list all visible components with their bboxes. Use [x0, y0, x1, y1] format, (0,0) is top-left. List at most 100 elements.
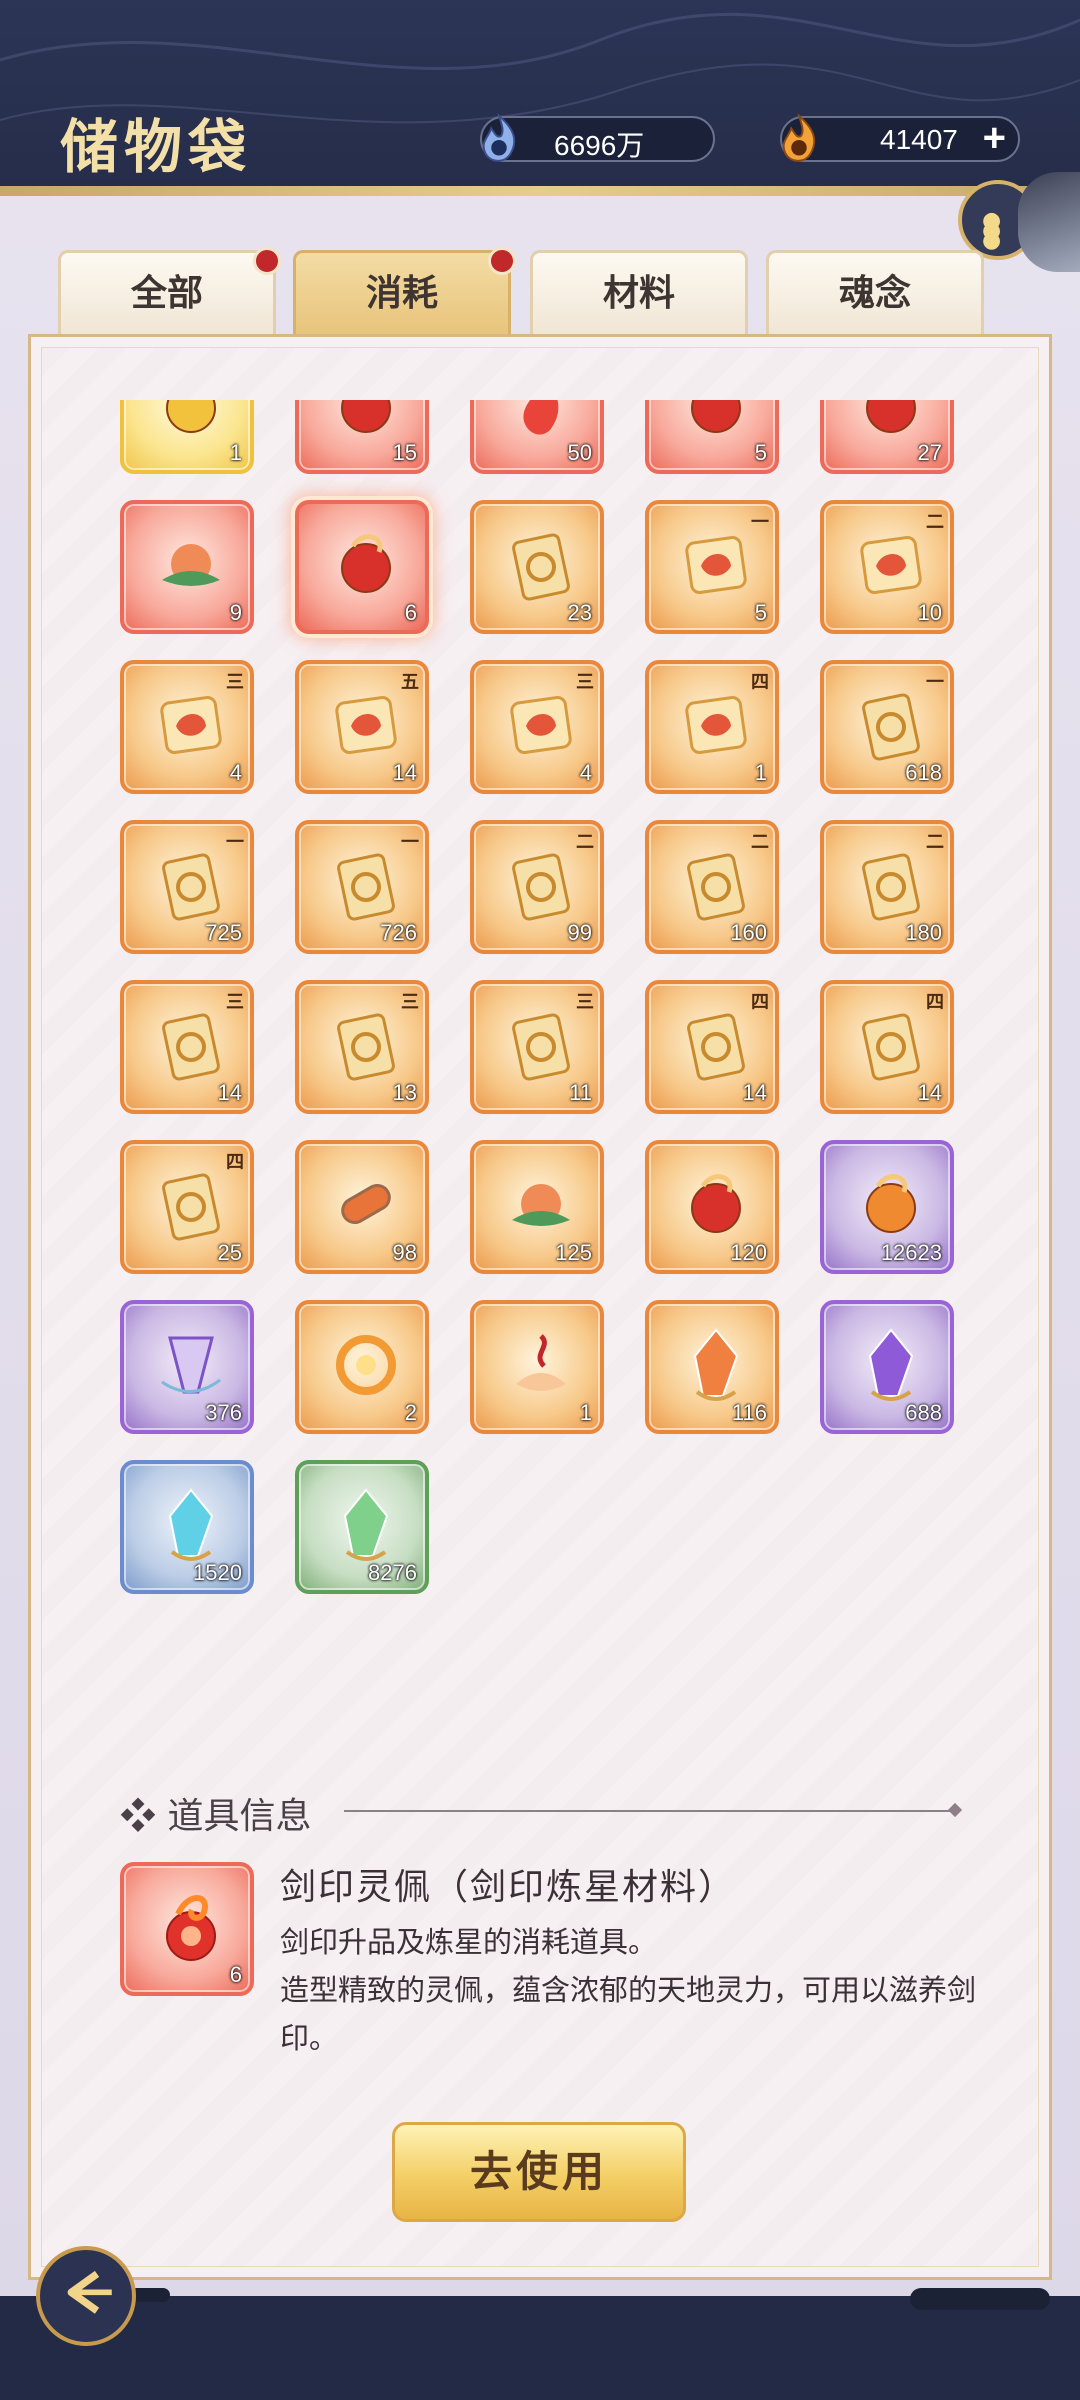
rolled-scroll-icon [341, 1184, 391, 1224]
bag-item[interactable]: 三4 [120, 660, 254, 794]
item-rank-badge: 一 [751, 512, 769, 533]
item-rank-badge: 四 [226, 1152, 244, 1173]
item-count: 4 [229, 760, 242, 785]
item-count: 50 [567, 440, 592, 465]
bag-item[interactable]: 27 [820, 400, 954, 474]
tab-consumable[interactable]: 消耗 [293, 247, 516, 334]
item-rank-badge: 二 [926, 512, 944, 533]
bag-item[interactable]: 三4 [470, 660, 604, 794]
peach-fruit-icon [512, 1184, 570, 1226]
scroll-book-icon [162, 1013, 220, 1081]
item-count: 5 [754, 440, 767, 465]
bag-item[interactable]: 688 [820, 1300, 954, 1434]
item-count: 8276 [368, 1560, 417, 1585]
use-item-button[interactable]: 去使用 [392, 2122, 686, 2222]
bag-item[interactable]: 2 [295, 1300, 429, 1434]
tab-material-label: 材料 [602, 272, 675, 314]
item-count: 2 [404, 1400, 417, 1425]
bottom-bar-ornament-left [130, 2288, 170, 2302]
item-count: 120 [730, 1240, 767, 1265]
dragon-seal-icon [685, 536, 747, 594]
item-count: 10 [917, 600, 942, 625]
item-info-header: ❖ 道具信息 [120, 1787, 311, 1839]
back-button[interactable] [36, 2246, 136, 2346]
item-count: 11 [569, 1080, 592, 1105]
bag-item[interactable]: 五 14 [295, 660, 429, 794]
item-count: 98 [392, 1240, 417, 1265]
item-rank-badge: 三 [226, 992, 244, 1013]
purple-crystal-icon [868, 1328, 914, 1401]
add-currency-button[interactable]: + [983, 116, 1006, 161]
bag-item[interactable]: 三 13 [295, 980, 429, 1114]
item-count: 618 [905, 760, 942, 785]
bag-item[interactable]: 6 [295, 500, 429, 634]
seal-token-icon [512, 533, 570, 601]
item-rank-badge: 一 [401, 832, 419, 853]
item-count: 376 [205, 1400, 242, 1425]
bag-item[interactable]: 一 725 [120, 820, 254, 954]
item-count: 116 [731, 1400, 767, 1425]
bag-item[interactable]: 12623 [820, 1140, 954, 1274]
item-count: 6 [404, 600, 417, 625]
bottom-bar [0, 2296, 1080, 2400]
item-count: 1 [754, 760, 767, 785]
bag-item[interactable]: 9 [120, 500, 254, 634]
tab-all[interactable]: 全部 [58, 247, 281, 334]
bag-item[interactable]: 四1 [645, 660, 779, 794]
item-count: 25 [217, 1240, 242, 1265]
bag-item[interactable]: 二 160 [645, 820, 779, 954]
item-count: 4 [579, 760, 592, 785]
bag-item[interactable]: 三 11 [470, 980, 604, 1114]
bag-item[interactable]: 一 726 [295, 820, 429, 954]
bag-item[interactable]: 376 [120, 1300, 254, 1434]
bag-item[interactable]: 120 [645, 1140, 779, 1274]
bag-item[interactable]: 116 [645, 1300, 779, 1434]
item-count: 14 [742, 1080, 767, 1105]
tab-consumable-notification-dot [488, 247, 516, 275]
info-divider [344, 1810, 958, 1812]
dragon-seal-icon [335, 696, 397, 754]
bag-item[interactable]: 15 [295, 400, 429, 474]
bag-item[interactable]: 四 14 [820, 980, 954, 1114]
bag-item[interactable]: 1520 [120, 1460, 254, 1594]
item-rank-badge: 二 [926, 832, 944, 853]
bag-item[interactable]: 二 99 [470, 820, 604, 954]
bag-item[interactable]: 23 [470, 500, 604, 634]
item-count: 14 [917, 1080, 942, 1105]
bag-item[interactable]: 二 180 [820, 820, 954, 954]
item-count: 1 [229, 440, 242, 465]
bag-item[interactable]: 四 14 [645, 980, 779, 1114]
selected-item-count: 6 [229, 1962, 242, 1987]
frame-top-border [0, 186, 1080, 196]
bag-item[interactable]: 1 [120, 400, 254, 474]
item-grid[interactable]: 1 15 50 5 27 9 6 23 一 5 二 10 三 4 五 14 三 4 四 1 一 618 一 725 一 726 二 9… [110, 400, 990, 1630]
bag-item[interactable]: 三 14 [120, 980, 254, 1114]
item-count: 180 [905, 920, 942, 945]
bag-item[interactable]: 1 [470, 1300, 604, 1434]
bag-item[interactable]: 一5 [645, 500, 779, 634]
page-title: 储物袋 [60, 113, 253, 181]
bag-item[interactable]: 125 [470, 1140, 604, 1274]
item-count: 1520 [193, 1560, 242, 1585]
item-count: 99 [567, 920, 592, 945]
bag-item[interactable]: 二 10 [820, 500, 954, 634]
companion-avatar[interactable] [1018, 172, 1080, 272]
bag-item[interactable]: 5 [645, 400, 779, 474]
item-count: 726 [380, 920, 417, 945]
item-count: 1 [579, 1400, 592, 1425]
tab-material[interactable]: 材料 [530, 250, 748, 334]
bag-item[interactable]: 四 25 [120, 1140, 254, 1274]
tab-all-notification-dot [253, 247, 281, 275]
bag-item[interactable]: 一 618 [820, 660, 954, 794]
golden-ring-icon [336, 1335, 396, 1395]
bag-item[interactable]: 8276 [295, 1460, 429, 1594]
gold-orb-icon [166, 400, 216, 433]
item-description-line1: 剑印升品及炼星的消耗道具。 [280, 1925, 658, 1959]
bag-item[interactable]: 98 [295, 1140, 429, 1274]
info-header-marker-icon: ❖ [120, 1796, 157, 1837]
orange-orb-icon [866, 1174, 916, 1233]
item-rank-badge: 一 [226, 832, 244, 853]
bag-item[interactable]: 50 [470, 400, 604, 474]
item-count: 125 [555, 1240, 592, 1265]
tab-soul[interactable]: 魂念 [766, 250, 984, 334]
